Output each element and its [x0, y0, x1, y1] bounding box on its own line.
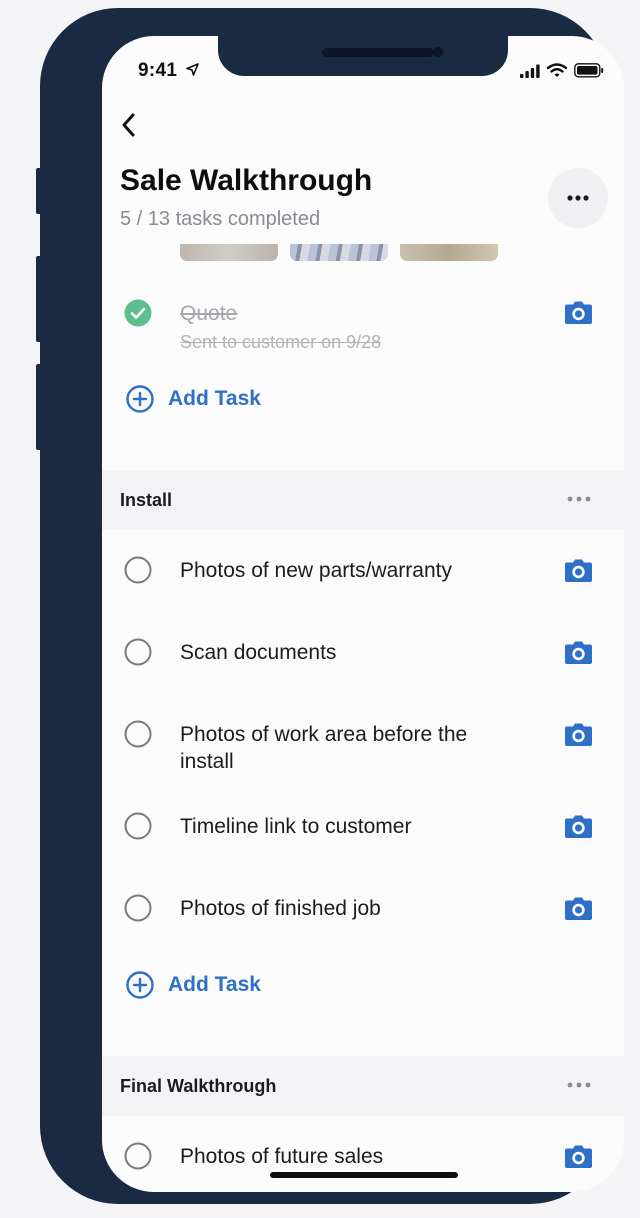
signal-icon	[520, 64, 540, 83]
task-row[interactable]: Photos of work area before the install	[102, 720, 624, 780]
task-row[interactable]: Timeline link to customer	[102, 812, 624, 852]
task-label: Timeline link to customer	[180, 815, 412, 838]
plus-circle-icon	[126, 971, 154, 999]
speaker	[322, 48, 434, 57]
section-header-install: Install	[102, 470, 624, 530]
task-label: Photos of future sales	[180, 1145, 384, 1168]
task-label: Quote	[180, 302, 238, 325]
empty-circle-icon[interactable]	[124, 812, 152, 840]
volume-down-button	[36, 364, 42, 450]
task-row-completed[interactable]: Quote Sent to customer on 9/28	[102, 296, 624, 356]
add-task-button[interactable]: Add Task	[126, 385, 261, 413]
more-options-button[interactable]	[548, 168, 608, 228]
back-button[interactable]	[116, 110, 142, 140]
wifi-icon	[546, 63, 568, 83]
location-arrow-icon	[186, 63, 199, 81]
add-task-label: Add Task	[168, 387, 261, 410]
task-label: Photos of work area before the install	[180, 723, 468, 773]
camera-icon[interactable]	[564, 558, 593, 583]
section-more-icon[interactable]	[566, 494, 592, 504]
section-more-icon[interactable]	[566, 1080, 592, 1090]
task-row[interactable]: Photos of new parts/warranty	[102, 556, 624, 596]
camera-icon[interactable]	[564, 814, 593, 839]
add-task-button[interactable]: Add Task	[126, 971, 261, 999]
camera-icon[interactable]	[564, 722, 593, 747]
task-row[interactable]: Photos of finished job	[102, 894, 624, 934]
checkmark-circle-icon[interactable]	[124, 299, 152, 327]
photo-thumbnail[interactable]	[290, 244, 388, 261]
section-title: Install	[120, 490, 173, 510]
notch	[218, 36, 508, 76]
add-task-label: Add Task	[168, 973, 261, 996]
tasks-progress: 5 / 13 tasks completed	[120, 208, 321, 230]
front-camera	[433, 47, 443, 57]
silent-switch	[36, 168, 42, 214]
battery-icon	[574, 63, 604, 83]
section-title: Final Walkthrough	[120, 1076, 277, 1096]
empty-circle-icon[interactable]	[124, 720, 152, 748]
empty-circle-icon[interactable]	[124, 1142, 152, 1170]
ellipsis-icon	[567, 195, 589, 201]
photo-thumbnail[interactable]	[180, 244, 278, 261]
camera-icon[interactable]	[564, 896, 593, 921]
empty-circle-icon[interactable]	[124, 556, 152, 584]
photo-thumbnail[interactable]	[400, 244, 498, 261]
phone-frame: 9:41 Sale Walkthrough 5 / 13 tasks compl…	[36, 8, 624, 1204]
camera-icon[interactable]	[564, 1144, 593, 1169]
task-label: Scan documents	[180, 641, 337, 664]
page-title: Sale Walkthrough	[120, 164, 373, 197]
section-header-final-walkthrough: Final Walkthrough	[102, 1056, 624, 1116]
task-row[interactable]: Scan documents	[102, 638, 624, 678]
empty-circle-icon[interactable]	[124, 894, 152, 922]
camera-icon[interactable]	[564, 640, 593, 665]
task-note: Sent to customer on 9/28	[180, 332, 382, 352]
screen: 9:41 Sale Walkthrough 5 / 13 tasks compl…	[102, 36, 624, 1192]
camera-icon[interactable]	[564, 300, 593, 325]
home-indicator[interactable]	[270, 1172, 458, 1178]
plus-circle-icon	[126, 385, 154, 413]
status-time: 9:41	[138, 60, 178, 81]
photo-thumbnails	[180, 244, 498, 261]
empty-circle-icon[interactable]	[124, 638, 152, 666]
status-icons	[520, 63, 604, 83]
chevron-left-icon	[122, 113, 135, 137]
task-label: Photos of finished job	[180, 897, 381, 920]
volume-up-button	[36, 256, 42, 342]
task-label: Photos of new parts/warranty	[180, 559, 452, 582]
